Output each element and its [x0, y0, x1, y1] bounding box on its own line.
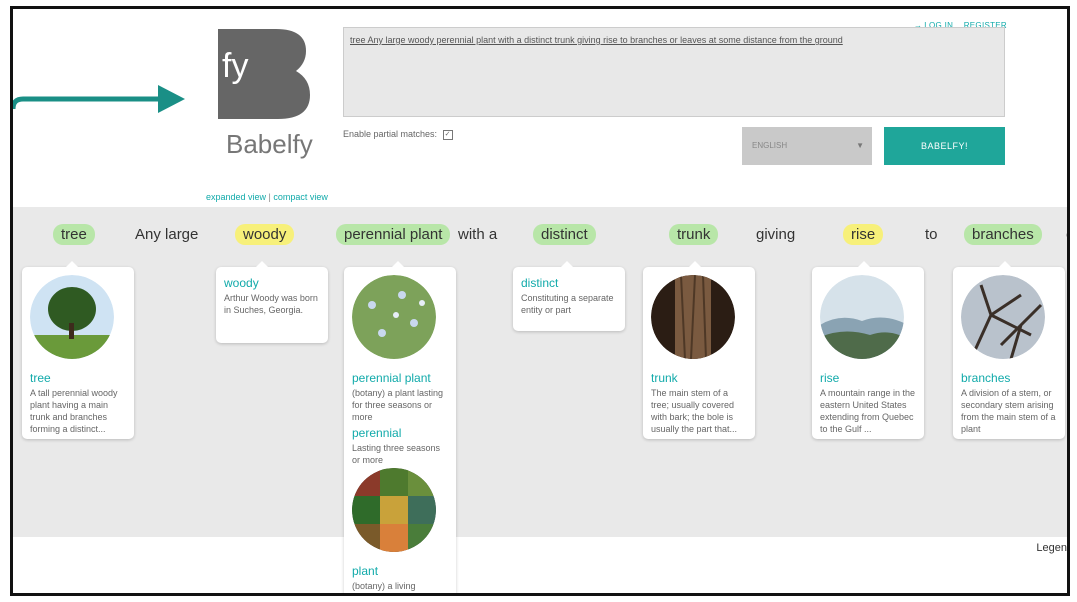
partial-matches-checkbox[interactable]: ✓ [442, 129, 453, 140]
card-caret [689, 261, 701, 267]
branches-image [961, 275, 1045, 359]
card-description: A mountain range in the eastern United S… [820, 388, 916, 434]
babelfy-logo-icon: fy [218, 29, 310, 119]
card-description-perennial: Lasting three seasons or more [352, 443, 441, 465]
card-trunk[interactable]: trunk The main stem of a tree; usually c… [643, 261, 755, 439]
language-select[interactable]: ENGLISH ▼ [742, 127, 872, 165]
card-distinct[interactable]: distinct Constituting a separate entity … [513, 261, 625, 331]
language-value: ENGLISH [752, 141, 788, 150]
tree-image [30, 275, 114, 359]
card-caret [66, 261, 78, 267]
compact-view-link[interactable]: compact view [273, 192, 328, 202]
card-description: The main stem of a tree; usually covered… [651, 388, 738, 434]
chevron-down-icon: ▼ [856, 141, 864, 150]
card-description: Constituting a separate entity or part [521, 293, 614, 315]
card-caret [999, 261, 1011, 267]
card-title[interactable]: rise [820, 372, 916, 384]
partial-matches-label: Enable partial matches: [343, 129, 438, 139]
word-rise[interactable]: rise [843, 224, 884, 245]
card-description: A tall perennial woody plant having a ma… [30, 388, 118, 434]
word-truncated: o [1058, 224, 1067, 245]
plant-image [352, 468, 436, 552]
word-trunk[interactable]: trunk [669, 224, 719, 245]
word-giving: giving [756, 226, 796, 243]
word-distinct[interactable]: distinct [533, 224, 596, 245]
card-title-perennial[interactable]: perennial [352, 427, 448, 439]
card-caret [858, 261, 870, 267]
word-woody[interactable]: woody [235, 224, 295, 245]
babelfy-button[interactable]: BABELFY! [884, 127, 1005, 165]
word-any-large: Any large [135, 226, 199, 243]
card-description: (botany) a plant lasting for three seaso… [352, 388, 444, 422]
rise-image [820, 275, 904, 359]
card-title-plant[interactable]: plant [352, 565, 448, 577]
view-switcher: expanded view | compact view [206, 192, 328, 202]
card-title[interactable]: perennial plant [352, 372, 448, 384]
card-rise[interactable]: rise A mountain range in the eastern Uni… [812, 261, 924, 439]
card-branches[interactable]: branches A division of a stem, or second… [953, 261, 1065, 439]
card-woody[interactable]: woody Arthur Woody was born in Suches, G… [216, 261, 328, 343]
card-caret [561, 261, 573, 267]
card-title[interactable]: trunk [651, 372, 747, 384]
card-title[interactable]: distinct [521, 277, 617, 289]
perennial-plant-image [352, 275, 436, 359]
arrow-pointer-icon [13, 85, 185, 113]
browser-frame: fy Babelfy → LOG IN REGISTER tree Any lar… [10, 6, 1070, 596]
expanded-view-link[interactable]: expanded view [206, 192, 266, 202]
legend-label[interactable]: Legen [1036, 542, 1067, 554]
card-caret [392, 261, 404, 267]
card-description-plant: (botany) a living organism lacking the [352, 581, 416, 591]
card-title[interactable]: tree [30, 372, 126, 384]
word-to: to [925, 226, 938, 243]
word-with-a: with a [458, 226, 498, 243]
card-description: Arthur Woody was born in Suches, Georgia… [224, 293, 318, 315]
card-title[interactable]: branches [961, 372, 1057, 384]
card-tree[interactable]: tree A tall perennial woody plant having… [22, 261, 134, 439]
logo-wordmark: Babelfy [226, 129, 313, 159]
svg-text:fy: fy [222, 47, 248, 85]
word-branches[interactable]: branches [964, 224, 1042, 245]
text-input-area[interactable]: tree Any large woody perennial plant wit… [343, 27, 1005, 117]
word-perennial-plant[interactable]: perennial plant [336, 224, 451, 245]
card-description: A division of a stem, or secondary stem … [961, 388, 1056, 434]
annotated-sentence: tree Any large woody perennial plant wit… [13, 224, 1067, 246]
card-title[interactable]: woody [224, 277, 320, 289]
trunk-image [651, 275, 735, 359]
partial-matches-option: Enable partial matches: ✓ [343, 129, 453, 140]
card-perennial-plant[interactable]: perennial plant (botany) a plant lasting… [344, 261, 456, 593]
card-caret [256, 261, 268, 267]
word-tree[interactable]: tree [53, 224, 95, 245]
